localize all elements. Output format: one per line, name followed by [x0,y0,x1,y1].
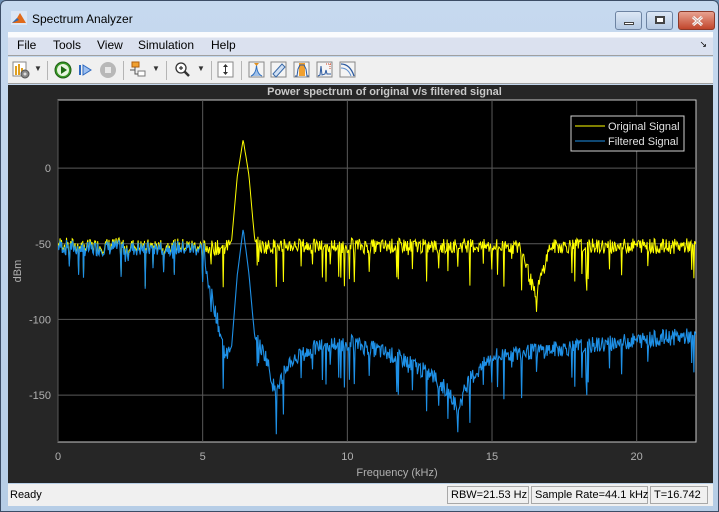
distortion-measurements-icon[interactable] [316,61,334,79]
x-tick-label: 5 [200,451,206,463]
ccdf-measurements-icon[interactable] [339,61,357,79]
peak-finder-icon[interactable] [248,61,266,79]
scale-y-limits-icon[interactable] [217,61,235,79]
menu-simulation[interactable]: Simulation [138,38,194,52]
settings-dropdown-icon[interactable]: ▼ [34,64,42,73]
zoom-dropdown-icon[interactable]: ▼ [197,64,205,73]
matlab-logo-icon [11,11,27,25]
highlight-signal-icon[interactable] [129,61,147,79]
minimize-icon [624,22,634,25]
title-bar[interactable]: Spectrum Analyzer [1,1,718,31]
x-axis-label: Frequency (kHz) [356,467,437,479]
menu-help[interactable]: Help [211,38,236,52]
toolbar-separator [166,61,167,80]
time-readout: T=16.742 [650,486,708,504]
scope-panel: Power spectrum of original v/s filtered … [8,85,713,483]
x-tick-label: 0 [55,451,61,463]
menu-tools[interactable]: Tools [53,38,81,52]
toolbar-separator [123,61,124,80]
x-tick-label: 15 [486,451,498,463]
toolbar-separator [47,61,48,80]
highlight-dropdown-icon[interactable]: ▼ [152,64,160,73]
legend-entry-label: Filtered Signal [608,136,678,148]
status-bar: Ready RBW=21.53 Hz Sample Rate=44.1 kHz … [8,484,713,506]
y-tick-label: -150 [29,390,51,402]
minimize-button[interactable] [615,11,642,30]
step-forward-icon[interactable] [76,61,94,79]
toolbar-separator [241,61,242,80]
maximize-icon [655,16,665,24]
menu-file[interactable]: File [17,38,36,52]
toolbar: ▼ ▼ ▼ [8,57,713,84]
window-title: Spectrum Analyzer [32,12,133,26]
stop-icon[interactable] [99,61,117,79]
y-tick-label: 0 [45,163,51,175]
spectrum-analyzer-window: Spectrum Analyzer File Tools View Simula… [0,0,719,512]
close-icon [691,15,704,27]
rbw-readout: RBW=21.53 Hz [447,486,529,504]
status-text: Ready [10,489,42,501]
spectrum-plot[interactable]: 0 5 10 15 20 0 -50 -100 -150 Frequency (kHz) dBm Or… [8,85,713,483]
spectrum-settings-icon[interactable] [12,61,30,79]
close-button[interactable] [678,11,715,30]
menu-view[interactable]: View [97,38,123,52]
x-tick-label: 10 [341,451,353,463]
x-tick-label: 20 [631,451,643,463]
toolbar-separator [211,61,212,80]
run-icon[interactable] [54,61,72,79]
zoom-in-icon[interactable] [174,61,192,79]
y-tick-label: -100 [29,314,51,326]
menu-bar: File Tools View Simulation Help ↘ [8,32,713,56]
maximize-button[interactable] [646,11,673,30]
y-tick-label: -50 [35,239,51,251]
channel-measurements-icon[interactable] [293,61,311,79]
legend-entry-label: Original Signal [608,121,680,133]
y-axis-label: dBm [12,260,24,283]
cursor-measurements-icon[interactable] [270,61,288,79]
sample-rate-readout: Sample Rate=44.1 kHz [531,486,648,504]
undock-arrow-icon[interactable]: ↘ [699,39,707,50]
